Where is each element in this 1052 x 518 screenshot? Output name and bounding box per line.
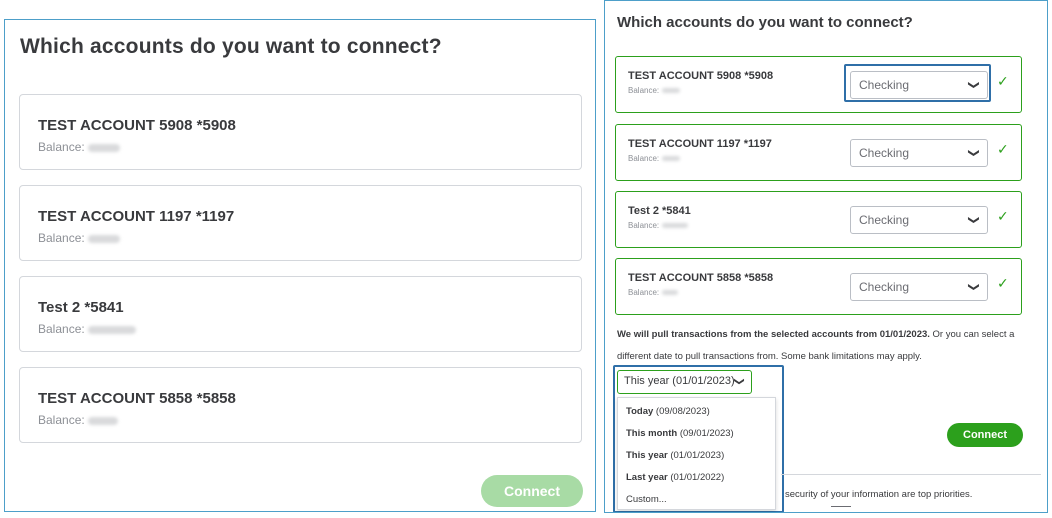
account-card[interactable]: TEST ACCOUNT 1197 *1197 Balance:: [19, 185, 582, 261]
chevron-down-icon: ❯: [967, 282, 980, 292]
account-name: TEST ACCOUNT 1197 *1197: [38, 208, 235, 225]
date-option-last-year[interactable]: Last year (01/01/2022): [626, 472, 724, 483]
connect-button[interactable]: Connect: [481, 475, 583, 507]
account-type-select[interactable]: Checking ❯: [850, 206, 988, 234]
account-card[interactable]: TEST ACCOUNT 5858 *5858 Balance:: [19, 367, 582, 443]
account-card[interactable]: TEST ACCOUNT 5908 *5908 Balance: Checkin…: [615, 56, 1022, 113]
account-type-value: Checking: [859, 280, 910, 294]
account-balance: Balance:: [628, 288, 679, 297]
account-name: Test 2 *5841: [628, 205, 691, 217]
chevron-down-icon: ❯: [967, 148, 980, 158]
account-balance: Balance:: [628, 86, 681, 95]
account-type-select[interactable]: Checking ❯: [850, 273, 988, 301]
account-balance: Balance:: [38, 322, 136, 336]
account-name: TEST ACCOUNT 5908 *5908: [38, 117, 236, 134]
account-name: TEST ACCOUNT 5858 *5858: [38, 390, 236, 407]
date-range-select[interactable]: This year (01/01/2023) ❯: [617, 370, 752, 394]
account-name: Test 2 *5841: [38, 299, 124, 316]
right-panel: Which accounts do you want to connect? T…: [604, 0, 1048, 513]
connect-button[interactable]: Connect: [947, 423, 1023, 447]
date-option-custom[interactable]: Custom...: [626, 494, 667, 505]
account-card[interactable]: TEST ACCOUNT 1197 *1197 Balance: Checkin…: [615, 124, 1022, 181]
account-balance: Balance:: [628, 221, 689, 230]
page-title: Which accounts do you want to connect?: [20, 35, 442, 58]
chevron-down-icon: ❯: [733, 377, 745, 386]
date-option-this-month[interactable]: This month (09/01/2023): [626, 428, 734, 439]
chevron-down-icon: ❯: [967, 80, 980, 90]
account-name: TEST ACCOUNT 5858 *5858: [628, 272, 774, 284]
date-range-menu: Today (09/08/2023) This month (09/01/202…: [617, 397, 776, 510]
security-text: security of your information are top pri…: [785, 489, 973, 500]
date-range-value: This year (01/01/2023): [624, 375, 735, 387]
account-card[interactable]: TEST ACCOUNT 5908 *5908 Balance:: [19, 94, 582, 170]
chevron-down-icon: ❯: [967, 215, 980, 225]
account-balance: Balance:: [628, 154, 681, 163]
check-icon: ✓: [997, 208, 1009, 224]
account-type-value: Checking: [859, 78, 910, 92]
check-icon: ✓: [997, 275, 1009, 291]
account-balance: Balance:: [38, 140, 120, 154]
check-icon: ✓: [997, 73, 1009, 89]
account-card[interactable]: TEST ACCOUNT 5858 *5858 Balance: Checkin…: [615, 258, 1022, 315]
left-panel: Which accounts do you want to connect? T…: [4, 19, 596, 512]
divider: [781, 474, 1041, 475]
date-info-text: We will pull transactions from the selec…: [617, 329, 1015, 362]
date-option-this-year[interactable]: This year (01/01/2023): [626, 450, 724, 461]
check-icon: ✓: [997, 141, 1009, 157]
account-balance: Balance:: [38, 413, 118, 427]
account-name: TEST ACCOUNT 1197 *1197: [628, 138, 772, 150]
partial-text: [831, 506, 851, 511]
account-card[interactable]: Test 2 *5841 Balance: Checking ❯ ✓: [615, 191, 1022, 248]
account-type-value: Checking: [859, 146, 910, 160]
account-type-select[interactable]: Checking ❯: [850, 71, 988, 99]
account-card[interactable]: Test 2 *5841 Balance:: [19, 276, 582, 352]
account-type-value: Checking: [859, 213, 910, 227]
date-option-today[interactable]: Today (09/08/2023): [626, 406, 710, 417]
account-balance: Balance:: [38, 231, 120, 245]
account-type-select[interactable]: Checking ❯: [850, 139, 988, 167]
account-name: TEST ACCOUNT 5908 *5908: [628, 70, 774, 82]
page-title: Which accounts do you want to connect?: [617, 14, 913, 31]
